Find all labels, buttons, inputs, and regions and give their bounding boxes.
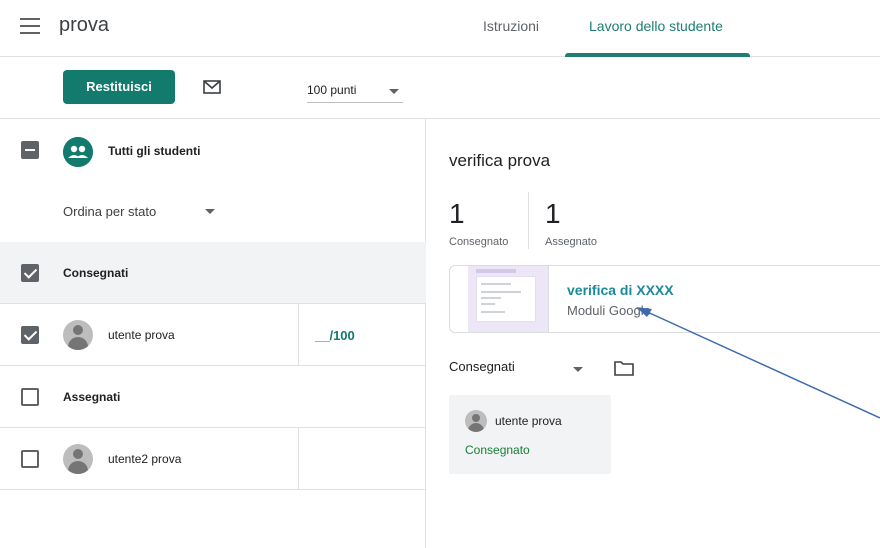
grade-input[interactable]: __/100	[315, 328, 355, 343]
mail-icon[interactable]	[203, 80, 221, 94]
stat-turned-in-count[interactable]: 1	[449, 198, 465, 230]
stat-divider	[528, 192, 529, 249]
stat-assigned-count[interactable]: 1	[545, 198, 561, 230]
grade-cell[interactable]: __/100	[298, 304, 426, 365]
tab-istruzioni[interactable]: Istruzioni	[483, 18, 539, 34]
stat-turned-in-label: Consegnato	[449, 236, 509, 248]
stat-assigned-label: Assegnato	[545, 236, 597, 248]
student-list-panel: Tutti gli studenti Ordina per stato Cons…	[0, 119, 426, 548]
student-checkbox[interactable]	[21, 326, 39, 344]
group-icon	[63, 137, 93, 167]
student-name: utente2 prova	[108, 452, 182, 466]
form-thumbnail	[468, 266, 549, 332]
chevron-down-icon[interactable]	[573, 367, 583, 372]
group-header-assegnati: Assegnati	[0, 366, 426, 428]
chevron-down-icon[interactable]	[205, 209, 215, 214]
top-bar: prova Istruzioni Lavoro dello studente	[0, 0, 880, 57]
student-row[interactable]: utente prova __/100	[0, 304, 426, 366]
student-row[interactable]: utente2 prova	[0, 428, 426, 490]
group-header-consegnati: Consegnati	[0, 242, 426, 304]
student-work-card[interactable]: utente prova Consegnato	[449, 395, 611, 474]
points-value: 100 punti	[307, 83, 357, 97]
avatar	[63, 444, 93, 474]
group-label-assegnati: Assegnati	[63, 390, 121, 404]
chevron-down-icon	[389, 89, 399, 94]
assignment-title: verifica prova	[449, 151, 551, 170]
student-name: utente prova	[108, 328, 175, 342]
all-students-section: Tutti gli studenti Ordina per stato	[0, 119, 426, 242]
group-checkbox-assegnati[interactable]	[21, 388, 39, 406]
grade-cell[interactable]	[298, 428, 426, 489]
avatar	[63, 320, 93, 350]
group-label-consegnati: Consegnati	[63, 266, 129, 280]
attachment-card[interactable]: verifica di XXXX Moduli Google	[449, 265, 880, 333]
group-checkbox-consegnati[interactable]	[21, 264, 39, 282]
sort-select[interactable]: Ordina per stato	[63, 204, 156, 219]
menu-icon[interactable]	[20, 18, 40, 36]
folder-icon[interactable]	[614, 360, 634, 376]
avatar	[465, 410, 487, 432]
return-button[interactable]: Restituisci	[63, 70, 175, 104]
card-student-name: utente prova	[495, 414, 562, 428]
grading-toolbar: Restituisci 100 punti	[0, 57, 880, 119]
points-select[interactable]: 100 punti	[307, 83, 403, 103]
all-students-label: Tutti gli studenti	[108, 144, 201, 158]
student-checkbox[interactable]	[21, 450, 39, 468]
attachment-type: Moduli Google	[567, 303, 651, 318]
select-all-checkbox[interactable]	[21, 141, 39, 159]
status-filter-select[interactable]: Consegnati	[449, 359, 515, 374]
class-title: prova	[59, 14, 110, 36]
tab-lavoro-studente[interactable]: Lavoro dello studente	[589, 18, 723, 34]
attachment-title[interactable]: verifica di XXXX	[567, 282, 674, 298]
card-status: Consegnato	[465, 443, 530, 457]
